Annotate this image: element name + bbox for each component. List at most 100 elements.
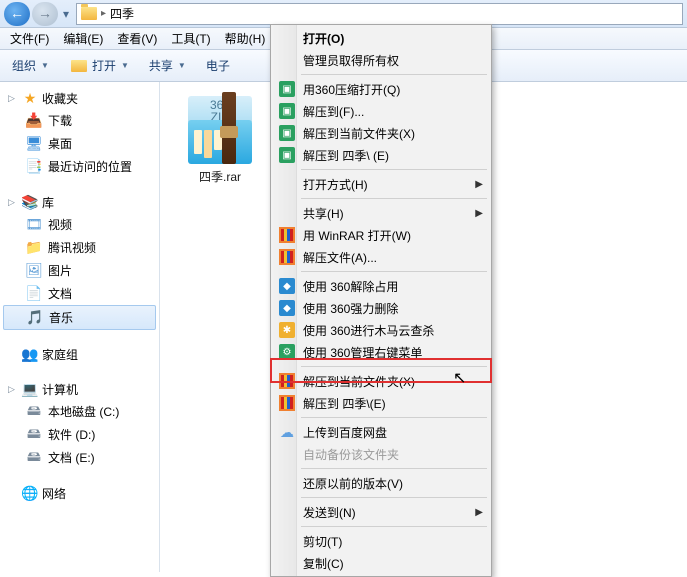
sidebar-item-label: 本地磁盘 (C:)	[48, 403, 119, 420]
ctx-auto-backup: 自动备份该文件夹	[273, 443, 489, 465]
nav-forward-button[interactable]: →	[32, 2, 58, 26]
ctx-label: 还原以前的版本(V)	[303, 475, 403, 492]
ctx-extract-here-2[interactable]: 解压到当前文件夹(X)	[273, 370, 489, 392]
ctx-upload-baidu[interactable]: ☁ 上传到百度网盘	[273, 421, 489, 443]
winrar-icon	[279, 227, 295, 243]
scan-icon: ✱	[279, 322, 295, 338]
sidebar-item-label: 软件 (D:)	[48, 426, 95, 443]
ctx-extract-here[interactable]: ▣解压到当前文件夹(X)	[273, 122, 489, 144]
sidebar-item-label: 图片	[48, 262, 72, 279]
sidebar-computer-head[interactable]: ▷💻计算机	[0, 379, 159, 400]
ctx-label: 打开(O)	[303, 30, 344, 47]
sidebar-libraries-label: 库	[42, 194, 54, 211]
library-icon: 📚	[22, 195, 38, 211]
sidebar-homegroup-head[interactable]: 👥家庭组	[0, 344, 159, 365]
ctx-separator	[301, 74, 487, 75]
sidebar-item-label: 音乐	[49, 309, 73, 326]
sidebar-item-label: 下载	[48, 112, 72, 129]
sidebar-item-tencent[interactable]: 📁腾讯视频	[0, 236, 159, 259]
ctx-copy[interactable]: 复制(C)	[273, 552, 489, 574]
sidebar-item-drive-c[interactable]: 🖴本地磁盘 (C:)	[0, 400, 159, 423]
menu-view[interactable]: 查看(V)	[111, 28, 163, 49]
menu-help[interactable]: 帮助(H)	[219, 28, 272, 49]
ctx-extract-name-2[interactable]: 解压到 四季\(E)	[273, 392, 489, 414]
ctx-restore[interactable]: 还原以前的版本(V)	[273, 472, 489, 494]
submenu-arrow-icon: ▶	[475, 507, 483, 518]
ctx-separator	[301, 468, 487, 469]
sidebar-libraries-head[interactable]: ▷📚库	[0, 192, 159, 213]
sidebar-item-video[interactable]: 🎞视频	[0, 213, 159, 236]
toolbar-share[interactable]: 共享▼	[145, 55, 190, 76]
documents-icon: 📄	[26, 286, 42, 302]
sidebar-homegroup-label: 家庭组	[42, 346, 78, 363]
breadcrumb-current[interactable]: 四季	[110, 5, 134, 22]
ctx-label: 剪切(T)	[303, 533, 342, 550]
menu-tools[interactable]: 工具(T)	[165, 28, 216, 49]
ctx-label: 解压到当前文件夹(X)	[303, 373, 415, 390]
toolbar-email[interactable]: 电子	[202, 55, 234, 76]
sidebar-item-drive-e[interactable]: 🖴文档 (E:)	[0, 446, 159, 469]
pictures-icon: 🖼	[26, 263, 42, 279]
recent-icon: 📑	[26, 159, 42, 175]
ctx-cut[interactable]: 剪切(T)	[273, 530, 489, 552]
ctx-share[interactable]: 共享(H)▶	[273, 202, 489, 224]
toolbar-open[interactable]: 打开▼	[65, 55, 133, 76]
breadcrumb-separator-icon: ▸	[101, 8, 106, 19]
nav-history-dropdown[interactable]: ▾	[60, 7, 72, 21]
sidebar-network-head[interactable]: 🌐网络	[0, 483, 159, 504]
ctx-extract-files[interactable]: 解压文件(A)...	[273, 246, 489, 268]
ctx-winrar-open[interactable]: 用 WinRAR 打开(W)	[273, 224, 489, 246]
sidebar-item-drive-d[interactable]: 🖴 软件 (D:)	[0, 423, 159, 446]
360-icon: ▣	[279, 125, 295, 141]
360-icon: ▣	[279, 81, 295, 97]
ctx-admin[interactable]: 管理员取得所有权	[273, 49, 489, 71]
sidebar-item-recent[interactable]: 📑最近访问的位置	[0, 155, 159, 178]
context-menu: 打开(O) 管理员取得所有权 ▣用360压缩打开(Q) ▣解压到(F)... ▣…	[270, 24, 492, 577]
cloud-icon: ☁	[278, 423, 296, 441]
nav-back-button[interactable]: ←	[4, 2, 30, 26]
ctx-extract-name[interactable]: ▣解压到 四季\ (E)	[273, 144, 489, 166]
chevron-down-icon: ▼	[178, 61, 186, 70]
ctx-label: 使用 360进行木马云查杀	[303, 322, 434, 339]
folder-icon: 📁	[26, 240, 42, 256]
ctx-360-scan[interactable]: ✱ 使用 360进行木马云查杀	[273, 319, 489, 341]
submenu-arrow-icon: ▶	[475, 179, 483, 190]
ctx-360-release[interactable]: ◆使用 360解除占用	[273, 275, 489, 297]
ctx-label: 使用 360解除占用	[303, 278, 398, 295]
drive-icon: 🖴	[26, 427, 42, 443]
sidebar-item-music[interactable]: 🎵音乐	[3, 305, 156, 330]
ctx-extract-to[interactable]: ▣解压到(F)...	[273, 100, 489, 122]
sidebar: ▷★收藏夹 📥下载 🖥桌面 📑最近访问的位置 ▷📚库 🎞视频 📁腾讯视频 🖼 图片…	[0, 82, 160, 572]
ctx-label: 使用 360强力删除	[303, 300, 398, 317]
sidebar-favorites-head[interactable]: ▷★收藏夹	[0, 88, 159, 109]
sidebar-libraries: ▷📚库 🎞视频 📁腾讯视频 🖼 图片 📄文档 🎵音乐	[0, 192, 159, 330]
arrow-right-icon: →	[38, 5, 52, 21]
network-icon: 🌐	[22, 486, 38, 502]
ctx-separator	[301, 198, 487, 199]
sidebar-item-label: 桌面	[48, 135, 72, 152]
ctx-open-with[interactable]: 打开方式(H)▶	[273, 173, 489, 195]
ctx-separator	[301, 526, 487, 527]
ctx-360-force[interactable]: ◆使用 360强力删除	[273, 297, 489, 319]
sidebar-network-label: 网络	[42, 485, 66, 502]
ctx-separator	[301, 366, 487, 367]
sidebar-item-downloads[interactable]: 📥下载	[0, 109, 159, 132]
menu-edit[interactable]: 编辑(E)	[57, 28, 109, 49]
sidebar-item-documents[interactable]: 📄文档	[0, 282, 159, 305]
sidebar-item-pictures[interactable]: 🖼 图片	[0, 259, 159, 282]
address-bar[interactable]: ▸ 四季	[76, 3, 683, 25]
ctx-open-360[interactable]: ▣用360压缩打开(Q)	[273, 78, 489, 100]
sidebar-item-desktop[interactable]: 🖥桌面	[0, 132, 159, 155]
toolbar-open-label: 打开	[92, 57, 116, 74]
ctx-send-to[interactable]: 发送到(N)▶	[273, 501, 489, 523]
menu-file[interactable]: 文件(F)	[4, 28, 55, 49]
winrar-icon	[279, 373, 295, 389]
sidebar-computer-label: 计算机	[42, 381, 78, 398]
file-name: 四季.rar	[170, 168, 270, 185]
toolbar-organize[interactable]: 组织▼	[8, 55, 53, 76]
ctx-360-menu[interactable]: ⚙使用 360管理右键菜单	[273, 341, 489, 363]
ctx-open[interactable]: 打开(O)	[273, 27, 489, 49]
file-item[interactable]: 360ZIP 四季.rar	[170, 92, 270, 185]
ctx-label: 上传到百度网盘	[303, 424, 387, 441]
arrow-left-icon: ←	[10, 5, 24, 21]
